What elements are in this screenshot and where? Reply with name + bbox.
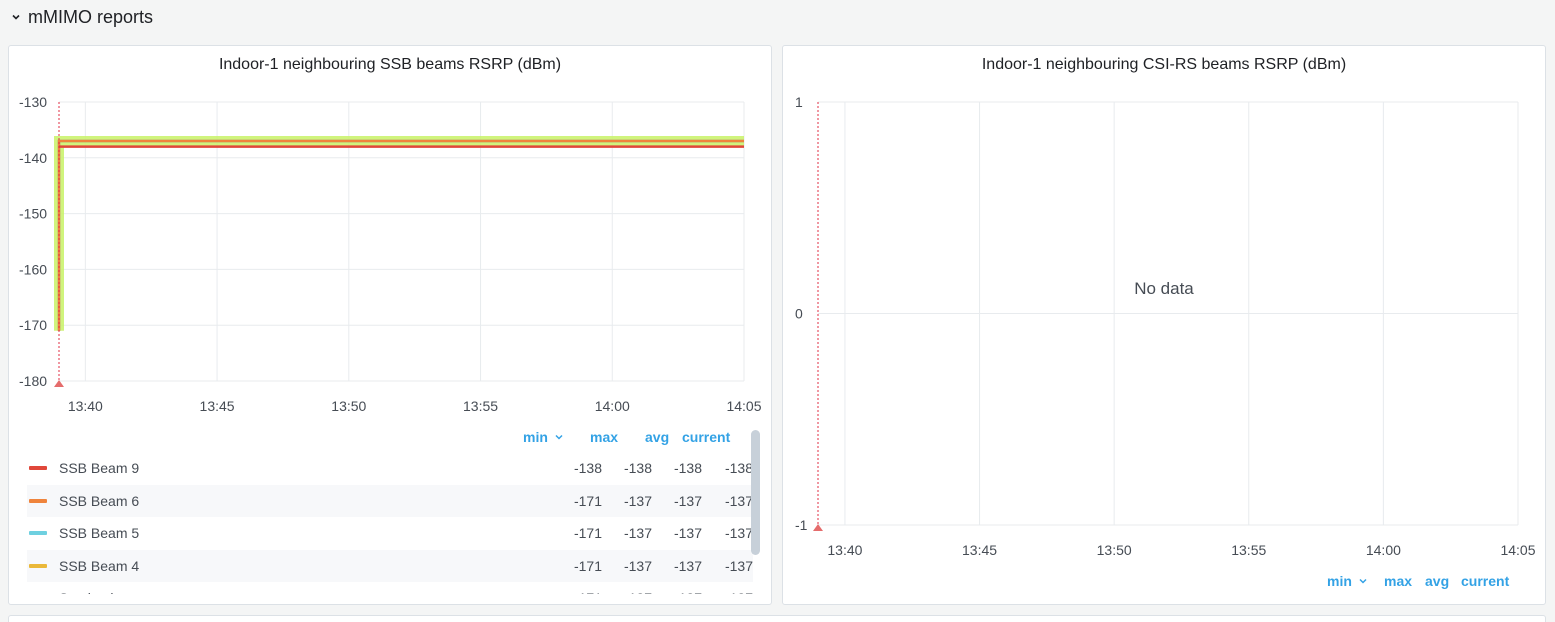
legend-value-current: -137 — [724, 492, 753, 509]
legend-series-name[interactable]: Serving beam — [59, 590, 145, 594]
line-chart-csi-rs: 1 0 -1 13:40 13:45 13:50 13:55 14:00 14:05 — [795, 94, 1536, 558]
legend-row[interactable]: SSB Beam 4 -171 -137 -137 -137 — [27, 549, 753, 582]
legend-value-current: -137 — [724, 525, 753, 542]
series-line-serving-beam — [54, 136, 744, 331]
legend-header: min max avg current — [523, 429, 743, 449]
line-chart-ssb: -130 -140 -150 -160 -170 -180 13:40 13:45 13:50 1… — [19, 94, 762, 414]
legend-col-current[interactable]: current — [682, 429, 730, 445]
panel-csi-rs-beams-rsrp: Indoor-1 neighbouring CSI-RS beams RSRP … — [782, 45, 1546, 605]
series-line-ssb-beam-6 — [57, 139, 744, 331]
no-data-message: No data — [1134, 279, 1194, 298]
y-tick-label: -130 — [19, 94, 47, 110]
legend-col-max[interactable]: max — [590, 429, 618, 445]
x-tick-label: 14:05 — [1500, 542, 1535, 558]
legend-col-current[interactable]: current — [1461, 573, 1509, 589]
legend-series-name[interactable]: SSB Beam 9 — [59, 460, 139, 476]
x-tick-label: 13:45 — [200, 398, 235, 414]
legend-scrollbar[interactable] — [751, 430, 760, 555]
y-tick-label: 0 — [795, 306, 803, 322]
legend-row[interactable]: SSB Beam 6 -171 -137 -137 -137 — [27, 484, 753, 517]
y-tick-label: -1 — [795, 517, 808, 533]
legend-swatch[interactable] — [29, 466, 47, 471]
legend-table: SSB Beam 9 -138 -138 -138 -138 SSB Beam 6 -171… — [27, 452, 753, 594]
legend-row[interactable]: SSB Beam 9 -138 -138 -138 -138 — [27, 452, 753, 485]
y-tick-label: 1 — [795, 94, 803, 110]
y-tick-label: -170 — [19, 317, 47, 333]
legend-swatch[interactable] — [29, 531, 47, 536]
x-tick-label: 14:00 — [1366, 542, 1401, 558]
x-tick-label: 13:40 — [68, 398, 103, 414]
legend-col-avg[interactable]: avg — [645, 429, 669, 445]
legend-swatch[interactable] — [29, 563, 47, 568]
legend-row[interactable]: Serving beam-171-137-137-137 — [27, 582, 753, 594]
legend-series-name[interactable]: SSB Beam 4 — [59, 558, 139, 574]
legend-col-min[interactable]: min — [523, 429, 564, 445]
y-tick-label: -140 — [19, 150, 47, 166]
y-tick-label: -180 — [19, 373, 47, 389]
chevron-down-icon — [555, 434, 563, 440]
row-title: mMIMO reports — [28, 6, 154, 27]
legend-col-max[interactable]: max — [1384, 573, 1412, 589]
legend-col-avg[interactable]: avg — [1425, 573, 1449, 589]
x-tick-label: 13:50 — [1097, 542, 1132, 558]
x-tick-label: 13:45 — [962, 542, 997, 558]
legend-swatch[interactable] — [29, 498, 47, 503]
x-tick-label: 13:55 — [1231, 542, 1266, 558]
x-tick-label: 13:55 — [463, 398, 498, 414]
chevron-down-icon — [12, 14, 20, 20]
x-tick-label: 13:40 — [827, 542, 862, 558]
legend-col-min[interactable]: min — [1327, 573, 1368, 589]
series-line-ssb-beam-5 — [57, 139, 744, 331]
panel-ssb-beams-rsrp: Indoor-1 neighbouring SSB beams RSRP (dB… — [8, 45, 772, 605]
x-tick-label: 14:05 — [726, 398, 761, 414]
legend-value-current: -137 — [724, 557, 753, 574]
legend-value-current: -138 — [724, 460, 753, 477]
chevron-down-icon — [1359, 578, 1367, 584]
legend-value-current: -137 — [693, 590, 753, 594]
x-tick-label: 14:00 — [595, 398, 630, 414]
next-panel-edge — [8, 615, 1546, 622]
legend-header: min max avg current — [1327, 573, 1517, 593]
series-line-ssb-beam-4 — [57, 139, 744, 331]
row-header-mmimo[interactable]: mMIMO reports — [10, 4, 153, 30]
legend-row[interactable]: SSB Beam 5 -171 -137 -137 -137 — [27, 517, 753, 550]
y-tick-label: -160 — [19, 261, 47, 277]
x-tick-label: 13:50 — [331, 398, 366, 414]
legend-series-name[interactable]: SSB Beam 6 — [59, 493, 139, 509]
y-tick-label: -150 — [19, 206, 47, 222]
legend-series-name[interactable]: SSB Beam 5 — [59, 525, 139, 541]
